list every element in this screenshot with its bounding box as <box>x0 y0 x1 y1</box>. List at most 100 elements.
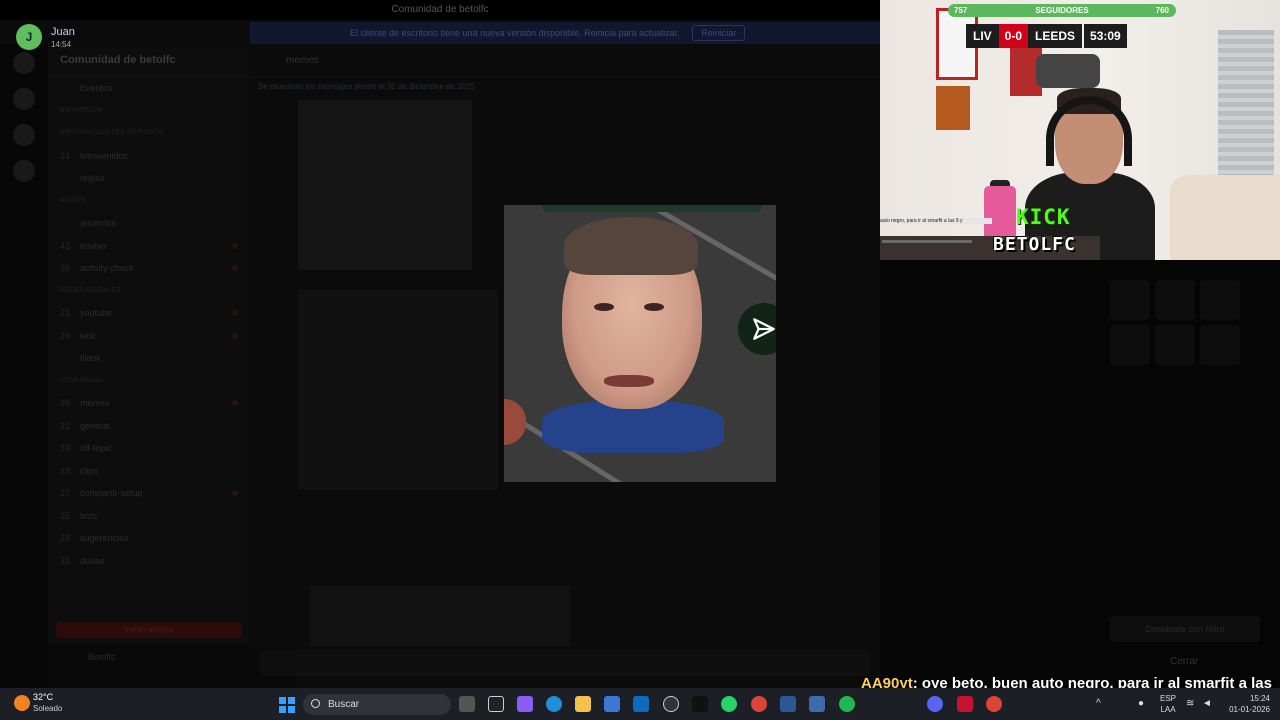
mouth <box>604 375 654 387</box>
window-title: Comunidad de betolfc <box>0 0 880 20</box>
whatsapp-icon[interactable] <box>721 696 737 712</box>
server-icon[interactable] <box>13 52 35 74</box>
clock-date[interactable]: 01-01-2026 <box>1222 705 1270 714</box>
mini-chat-bar <box>882 240 972 243</box>
unread-badge <box>232 242 238 249</box>
channel-number: 28 <box>60 533 71 543</box>
copilot-icon[interactable] <box>517 696 533 712</box>
channel-item[interactable]: 31 general <box>48 415 248 438</box>
chrome-icon[interactable] <box>986 696 1002 712</box>
channel-item[interactable]: 35 activity-check <box>48 257 248 280</box>
channel-category[interactable]: Información del servidor <box>48 122 248 145</box>
image-viewer[interactable] <box>504 205 776 482</box>
channel-label: off-topic <box>80 443 112 453</box>
chat-image[interactable] <box>298 290 498 490</box>
channel-item[interactable]: 25 bots <box>48 505 248 528</box>
taskbar-search[interactable]: Buscar <box>303 694 451 715</box>
nitro-button[interactable]: Destácate con Nitro <box>1110 616 1260 642</box>
server-icon[interactable] <box>13 88 35 110</box>
clock-time[interactable]: 15:24 <box>1222 694 1270 703</box>
input-layout[interactable]: LAA <box>1158 705 1178 714</box>
notification-avatar[interactable]: J <box>16 24 42 50</box>
channel-item[interactable]: 20 kick <box>48 325 248 348</box>
task-view-icon[interactable] <box>459 696 475 712</box>
channel-label: memes <box>80 398 110 408</box>
weather-temperature[interactable]: 32°C <box>33 692 53 702</box>
send-icon[interactable] <box>738 303 776 355</box>
chrome-icon[interactable] <box>751 696 767 712</box>
close-link[interactable]: Cerrar <box>1170 656 1198 667</box>
channel-label: clips <box>80 465 99 476</box>
channel-item[interactable]: 21 youtube <box>48 302 248 325</box>
server-name[interactable]: Comunidad de betolfc <box>48 44 248 77</box>
edge-icon[interactable] <box>546 696 562 712</box>
invite-button[interactable]: Invitar amigos <box>56 622 242 638</box>
channel-number: 35 <box>60 263 71 273</box>
weather-condition[interactable]: Soleado <box>33 704 62 713</box>
sticker-thumbnail[interactable] <box>504 399 526 445</box>
tiktok-icon[interactable] <box>692 696 708 712</box>
channel-label: Información del servidor <box>60 129 164 136</box>
app-icon[interactable] <box>780 696 796 712</box>
channel-item[interactable]: 28 sugerencias <box>48 527 248 550</box>
wifi-icon[interactable]: ≋ <box>1186 698 1194 709</box>
channel-category[interactable]: Avisos <box>48 190 248 213</box>
channel-label: general <box>80 420 111 431</box>
chat-image[interactable] <box>298 100 472 270</box>
input-language[interactable]: ESP <box>1158 694 1178 703</box>
message-composer[interactable] <box>260 650 870 676</box>
channel-item[interactable]: 33 off-topic <box>48 437 248 460</box>
channel-number: 27 <box>60 488 71 498</box>
app-icon[interactable] <box>957 696 973 712</box>
spotify-icon[interactable] <box>839 696 855 712</box>
channel-label: Bienvenida <box>60 106 103 114</box>
channel-item[interactable]: tiktok <box>48 347 248 370</box>
channel-list: Eventos Bienvenida Información del servido… <box>48 77 248 572</box>
channel-item[interactable]: reglas <box>48 167 248 190</box>
search-label: Buscar <box>328 699 360 710</box>
match-clock: 53:09 <box>1084 24 1127 48</box>
channel-item[interactable]: 42 envivo <box>48 235 248 258</box>
chevron-up-icon[interactable]: ^ <box>1096 698 1101 709</box>
channel-label: Comunidad <box>60 376 104 384</box>
channel-item[interactable]: 27 compartir-setup <box>48 482 248 505</box>
home-team: LIV <box>966 24 999 48</box>
widgets-icon[interactable] <box>488 696 504 712</box>
channel-number: 24 <box>60 150 71 161</box>
volume-icon[interactable]: ◄ <box>1202 698 1212 709</box>
obs-icon[interactable] <box>663 696 679 712</box>
channel-item[interactable]: anuncios <box>48 212 248 235</box>
channel-label: dudas <box>80 555 105 566</box>
channel-item[interactable]: 24 bienvenidos <box>48 145 248 168</box>
server-icon[interactable] <box>13 124 35 146</box>
channel-category[interactable]: Redes sociales <box>48 280 248 303</box>
channel-item[interactable]: 31 dudas <box>48 550 248 573</box>
channel-category[interactable]: Bienvenida <box>48 100 248 123</box>
outlook-icon[interactable] <box>633 696 649 712</box>
microphone-icon[interactable]: ● <box>1138 698 1144 709</box>
app-icon[interactable] <box>809 696 825 712</box>
viewer-top-edge <box>542 205 762 212</box>
discord-icon[interactable] <box>927 696 943 712</box>
channel-category[interactable]: Comunidad <box>48 370 248 393</box>
channel-number: 42 <box>60 240 71 251</box>
store-icon[interactable] <box>604 696 620 712</box>
channel-number: 33 <box>60 465 71 476</box>
channel-number: 21 <box>60 308 71 318</box>
channel-item[interactable]: 33 clips <box>48 460 248 483</box>
search-icon <box>311 699 320 708</box>
channel-item[interactable]: Eventos <box>48 77 248 100</box>
channel-label: Eventos <box>80 83 113 93</box>
chat-image[interactable] <box>310 586 570 646</box>
channel-item[interactable]: 99 memes <box>48 392 248 415</box>
notification-name[interactable]: Juan <box>51 26 75 38</box>
explore-icon[interactable] <box>13 160 35 182</box>
sticker-tile <box>1155 325 1195 365</box>
windows-start-icon[interactable] <box>279 697 295 713</box>
unread-badge <box>232 265 238 271</box>
restart-button[interactable]: Reiniciar <box>692 25 746 41</box>
file-explorer-icon[interactable] <box>575 696 591 712</box>
user-name: Betolfc <box>88 652 116 662</box>
weather-icon[interactable] <box>14 695 30 711</box>
channel-label: Avisos <box>60 196 86 204</box>
